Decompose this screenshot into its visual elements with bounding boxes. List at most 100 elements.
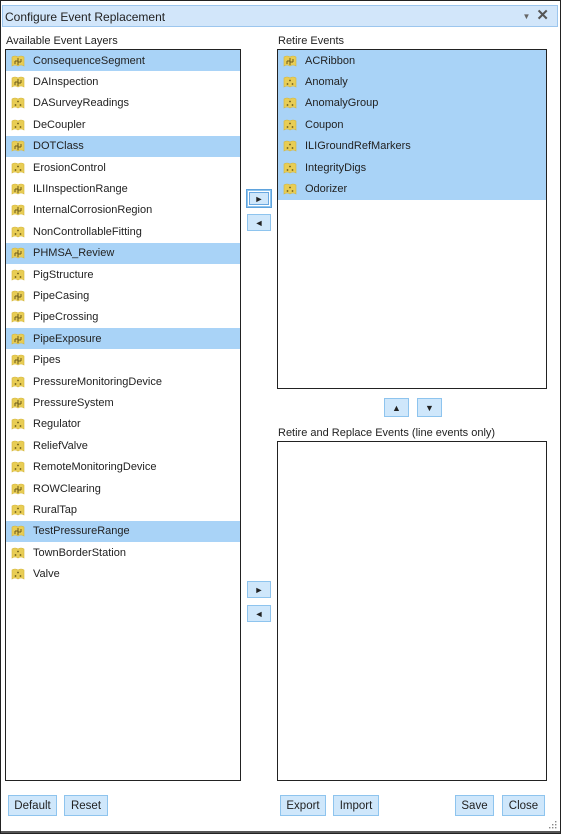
point-layer-icon [11,97,25,110]
list-item-label: PipeExposure [33,332,102,345]
list-item-label: ErosionControl [33,161,106,174]
point-layer-icon [11,162,25,174]
list-item[interactable]: PigStructure [6,264,240,285]
list-item-label: Coupon [305,118,344,131]
caret-down-icon[interactable]: ▼ [523,12,531,21]
arrow-left-icon: ◄ [254,217,264,228]
list-item-label: NonControllableFitting [33,225,142,238]
replace-events-list[interactable] [277,441,547,781]
close-button[interactable]: Close [502,795,545,816]
line-layer-icon [11,311,25,323]
arrow-left-icon: ◄ [254,608,264,619]
list-item[interactable]: ErosionControl [6,157,240,178]
list-item[interactable]: PipeExposure [6,328,240,350]
list-item[interactable]: ROWClearing [6,478,240,499]
list-item[interactable]: ReliefValve [6,435,240,456]
list-item[interactable]: ConsequenceSegment [6,50,240,72]
retire-events-label: Retire Events [278,35,345,47]
resize-grip-icon[interactable] [549,821,557,829]
list-item[interactable]: DOTClass [6,135,240,157]
point-layer-icon [283,183,297,195]
list-item-label: ILIGroundRefMarkers [305,140,411,153]
list-item[interactable]: ILIInspectionRange [6,178,240,199]
arrow-up-icon: ▲ [392,402,401,413]
line-layer-icon [11,183,25,195]
list-item-label: Anomaly [305,76,348,89]
list-item[interactable]: Valve [6,563,240,584]
list-item[interactable]: Anomaly [278,71,546,93]
configure-event-replacement-dialog: Configure Event Replacement ▼ ✕ Availabl… [0,0,561,834]
line-layer-icon [11,397,25,409]
list-item[interactable]: TestPressureRange [6,520,240,542]
available-layers-list[interactable]: ConsequenceSegment DAInspection DASurveyRe… [5,49,241,781]
list-item[interactable]: DeCoupler [6,114,240,135]
point-layer-icon [11,440,25,452]
list-item-label: PressureMonitoringDevice [33,375,162,388]
retire-events-list[interactable]: ACRibbon Anomaly AnomalyGroup Coupon ILIGrou… [277,49,547,389]
list-item-label: PigStructure [33,268,94,281]
list-item-label: DASurveyReadings [33,97,129,110]
list-item-label: Regulator [33,418,81,431]
list-item[interactable]: InternalCorrosionRegion [6,200,240,221]
import-button[interactable]: Import [333,795,379,816]
move-up-button[interactable]: ▲ [384,398,409,417]
point-layer-icon [11,226,25,238]
point-layer-icon [11,568,25,580]
list-item[interactable]: PHMSA_Review [6,242,240,264]
list-item-label: DOTClass [33,140,84,153]
list-item[interactable]: AnomalyGroup [278,92,546,115]
remove-from-replace-button[interactable]: ◄ [247,605,271,622]
point-layer-icon [11,547,25,559]
replace-events-label: Retire and Replace Events (line events o… [278,427,496,439]
list-item[interactable]: PipeCasing [6,285,240,306]
add-to-replace-button[interactable]: ► [247,581,271,598]
point-layer-icon [283,162,297,174]
remove-from-retire-button[interactable]: ◄ [247,214,271,231]
list-item[interactable]: PipeCrossing [6,307,240,328]
point-layer-icon [283,119,297,131]
arrow-right-icon: ► [254,193,264,204]
list-item[interactable]: NonControllableFitting [6,221,240,242]
list-item-label: PipeCrossing [33,311,99,324]
list-item[interactable]: TownBorderStation [6,542,240,563]
default-button[interactable]: Default [8,795,57,816]
list-item[interactable]: DASurveyReadings [6,93,240,114]
add-to-retire-button[interactable]: ► [246,189,272,208]
list-item[interactable]: Regulator [6,414,240,435]
list-item[interactable]: RemoteMonitoringDevice [6,456,240,477]
point-layer-icon [11,119,25,131]
move-down-button[interactable]: ▼ [417,398,442,417]
close-x-icon[interactable]: ✕ [536,8,549,24]
arrow-right-icon: ► [254,584,264,595]
list-item[interactable]: Odorizer [278,178,546,200]
line-layer-icon [11,204,25,216]
list-item[interactable]: ACRibbon [278,50,546,72]
point-layer-icon [283,140,297,152]
list-item-label: ROWClearing [33,482,101,495]
list-item[interactable]: Coupon [278,114,546,136]
line-layer-icon [11,290,25,302]
list-item[interactable]: IntegrityDigs [278,156,546,179]
list-item-label: ConsequenceSegment [33,54,145,67]
dialog-title: Configure Event Replacement [5,10,166,24]
save-button[interactable]: Save [455,795,494,816]
list-item[interactable]: PressureMonitoringDevice [6,371,240,392]
list-item[interactable]: DAInspection [6,71,240,92]
export-button[interactable]: Export [280,795,326,816]
list-item-label: Pipes [33,354,61,367]
point-layer-icon [11,418,25,430]
list-item[interactable]: PressureSystem [6,392,240,413]
dialog-titlebar[interactable]: Configure Event Replacement ▼ ✕ [2,5,558,27]
list-item-label: IntegrityDigs [305,161,367,174]
list-item[interactable]: Pipes [6,349,240,370]
available-layers-label: Available Event Layers [6,35,118,47]
line-layer-icon [11,525,25,537]
line-layer-icon [11,55,25,67]
list-item[interactable]: RuralTap [6,499,240,520]
reset-button[interactable]: Reset [64,795,108,816]
list-item-label: DeCoupler [33,118,86,131]
list-item-label: DAInspection [33,76,99,89]
list-item[interactable]: ILIGroundRefMarkers [278,135,546,157]
line-layer-icon [11,354,25,366]
list-item-label: RemoteMonitoringDevice [33,461,157,474]
